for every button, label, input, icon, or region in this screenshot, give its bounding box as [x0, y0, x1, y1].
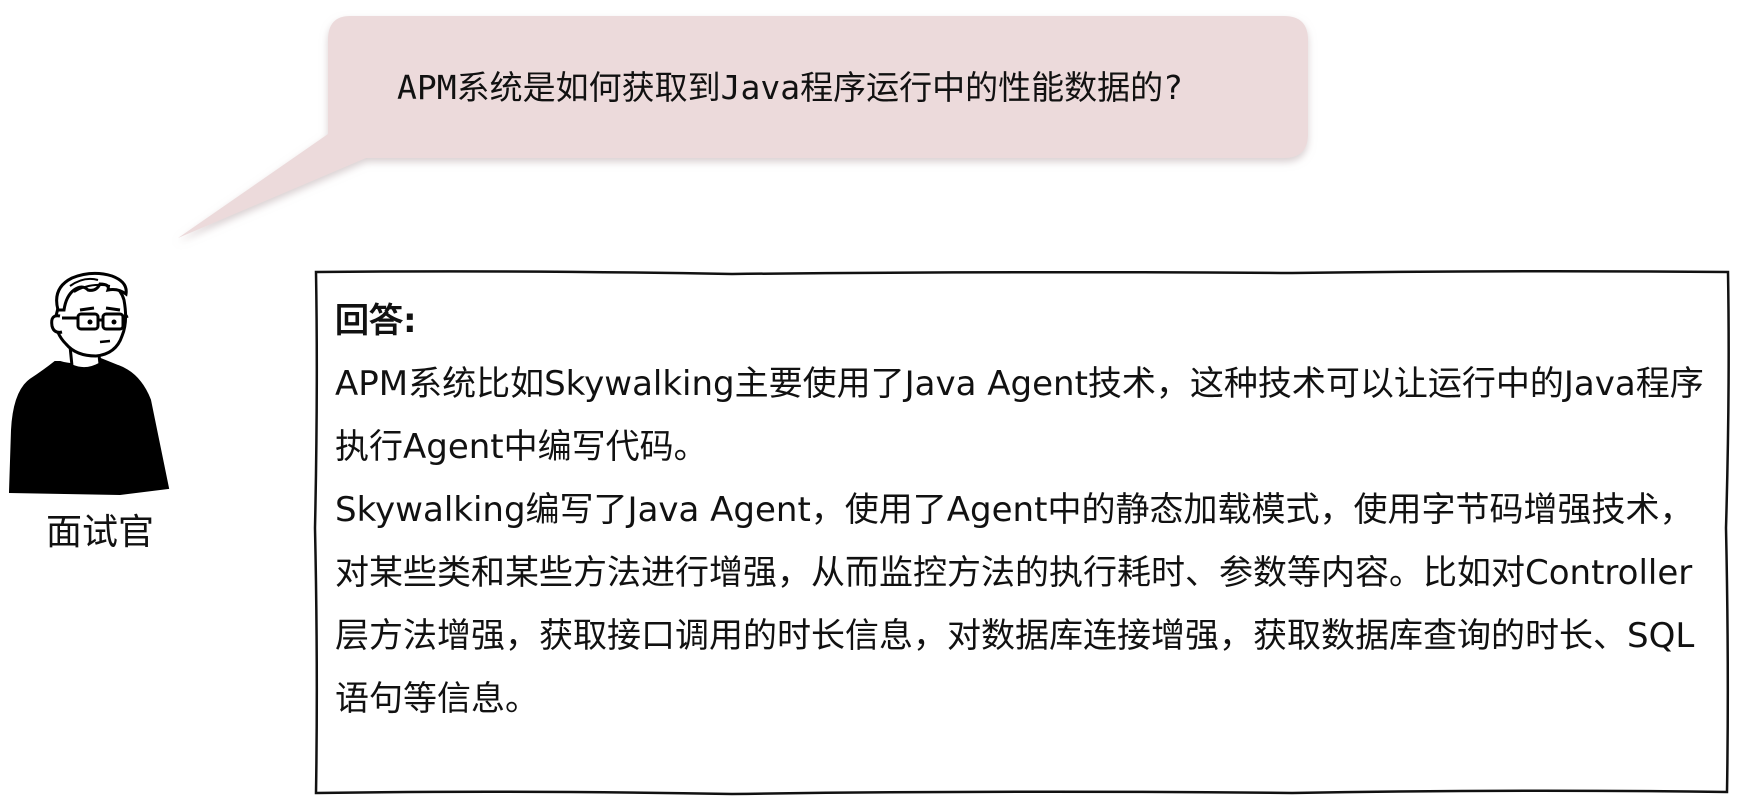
- speech-bubble-shape: [178, 16, 1308, 238]
- interviewer-avatar-icon: [8, 271, 170, 496]
- question-text: APM系统是如何获取到Java程序运行中的性能数据的?: [397, 68, 1183, 107]
- answer-heading: 回答:: [335, 301, 417, 341]
- answer-paragraph-2: Skywalking编写了Java Agent，使用了Agent中的静态加载模式…: [335, 490, 1695, 719]
- answer-paragraph-1: APM系统比如Skywalking主要使用了Java Agent技术，这种技术可…: [335, 364, 1704, 467]
- interviewer-label: 面试官: [45, 512, 154, 553]
- answer-content: 回答: APM系统比如Skywalking主要使用了Java Agent技术，这…: [335, 290, 1710, 731]
- question-bubble: APM系统是如何获取到Java程序运行中的性能数据的?: [0, 0, 1738, 260]
